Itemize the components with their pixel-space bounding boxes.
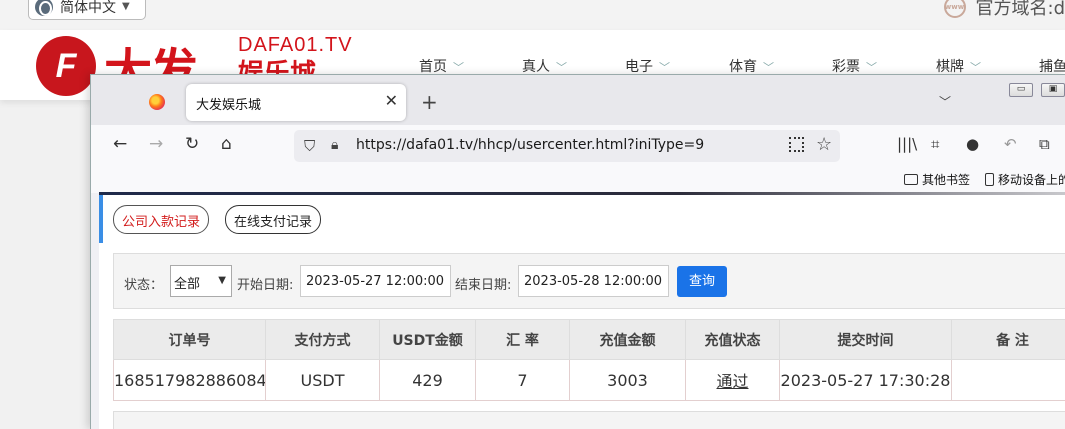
header-deposit-status: 充值状态 — [685, 319, 780, 360]
site-topbar: 简体中文 ▼ www 官方域名:d — [0, 0, 1065, 30]
nav-item-fishing[interactable]: 捕鱼 — [1039, 56, 1065, 76]
header-usdt-amount: USDT金额 — [379, 319, 476, 360]
restore-icon[interactable]: ▣ — [1041, 83, 1065, 97]
end-date-input[interactable]: 2023-05-28 12:00:00 — [518, 265, 669, 297]
header-payment-method: 支付方式 — [265, 319, 380, 360]
table-header-row: 订单号 支付方式 USDT金额 汇 率 充值金额 充值状态 提交时间 备 注 — [113, 319, 1065, 360]
header-submit-time: 提交时间 — [779, 319, 952, 360]
bookmark-label: 其他书签 — [922, 173, 971, 187]
chat-icon[interactable]: ● — [966, 135, 979, 153]
language-select[interactable]: 简体中文 ▼ — [28, 0, 146, 20]
qr-code-icon[interactable] — [789, 137, 804, 152]
records-table: 订单号 支付方式 USDT金额 汇 率 充值金额 充值状态 提交时间 备 注 1… — [113, 319, 1065, 401]
bookmark-other[interactable]: 其他书签 — [904, 171, 970, 188]
cell-payment-method: USDT — [265, 359, 380, 401]
cell-submit-time: 2023-05-27 17:30:28 — [779, 359, 952, 401]
undo-icon[interactable]: ↶ — [1004, 135, 1017, 153]
cell-remarks — [951, 359, 1065, 401]
chevron-down-icon: ▼ — [122, 1, 130, 12]
status-label: 状态： — [124, 278, 164, 293]
nav-label: 首页 — [419, 59, 447, 75]
lock-icon[interactable]: 🔒︎ — [331, 137, 338, 153]
cell-deposit-status[interactable]: 通过 — [685, 359, 780, 401]
nav-label: 捕鱼 — [1039, 59, 1065, 75]
forward-arrow-icon[interactable]: → — [149, 134, 163, 154]
cell-usdt-amount: 429 — [379, 359, 476, 401]
official-domain: www 官方域名:d — [943, 0, 1065, 20]
home-icon[interactable]: ⌂ — [221, 134, 232, 154]
site-nav: 首页 ﹀ 真人 ﹀ 电子 ﹀ 体育 ﹀ 彩票 ﹀ 棋牌 ﹀ 捕鱼 — [0, 56, 1065, 76]
page-content: 公司入款记录 在线支付记录 状态： 全部 ▼ 开始日期: 2023-05-27 … — [99, 195, 1065, 429]
chevron-down-icon: ﹀ — [453, 61, 464, 74]
tab-company-deposit-records[interactable]: 公司入款记录 — [113, 205, 210, 234]
header-exchange-rate: 汇 率 — [475, 319, 570, 360]
nav-item-live[interactable]: 真人 ﹀ — [522, 56, 567, 76]
end-date-label: 结束日期: — [455, 278, 512, 293]
start-date-input[interactable]: 2023-05-27 12:00:00 — [300, 265, 451, 297]
chevron-down-icon: ▼ — [218, 275, 226, 286]
globe-icon — [35, 0, 53, 16]
cell-exchange-rate: 7 — [475, 359, 570, 401]
new-tab-icon[interactable]: + — [421, 90, 438, 114]
left-accent-bar — [99, 195, 103, 243]
chevron-down-icon[interactable]: ﹀ — [939, 93, 951, 110]
firefox-icon[interactable] — [149, 94, 165, 110]
header-order-no: 订单号 — [113, 319, 266, 360]
bookmark-mobile[interactable]: 移动设备上的 — [985, 171, 1065, 188]
status-select-value: 全部 — [174, 277, 201, 292]
url-text[interactable]: https://dafa01.tv/hhcp/usercenter.html?i… — [356, 137, 704, 153]
www-icon: www — [943, 0, 966, 18]
query-button[interactable]: 查询 — [677, 266, 727, 297]
navigation-bar: ← → ↻ ⌂ ⛉ 🔒︎ https://dafa01.tv/hhcp/user… — [91, 125, 1065, 167]
header-remarks: 备 注 — [951, 319, 1065, 360]
language-label: 简体中文 — [60, 0, 116, 16]
tab-title: 大发娱乐城 — [196, 98, 262, 113]
back-arrow-icon[interactable]: ← — [113, 134, 127, 154]
filter-panel: 状态： 全部 ▼ 开始日期: 2023-05-27 12:00:00 结束日期:… — [113, 253, 1065, 309]
crop-icon[interactable]: ⌗ — [931, 135, 939, 153]
nav-label: 体育 — [729, 59, 757, 75]
tab-strip: 大发娱乐城 ✕ + ﹀ ▭ ▣ — [91, 75, 1065, 125]
chevron-down-icon: ﹀ — [556, 61, 567, 74]
nav-item-lottery[interactable]: 彩票 ﹀ — [832, 56, 877, 76]
browser-tab[interactable]: 大发娱乐城 ✕ — [186, 84, 406, 121]
browser-window: 大发娱乐城 ✕ + ﹀ ▭ ▣ ← → ↻ ⌂ ⛉ 🔒︎ https://daf… — [90, 74, 1065, 429]
cell-order-no: 1685179828860840 — [113, 359, 266, 401]
nav-label: 棋牌 — [936, 59, 964, 75]
table-row: 1685179828860840 USDT 429 7 3003 通过 2023… — [113, 359, 1065, 401]
nav-label: 彩票 — [832, 59, 860, 75]
address-bar[interactable]: ⛉ 🔒︎ https://dafa01.tv/hhcp/usercenter.h… — [294, 130, 840, 162]
start-date-label: 开始日期: — [237, 278, 294, 293]
bookmark-label: 移动设备上的 — [998, 173, 1065, 187]
minimize-icon[interactable]: ▭ — [1009, 83, 1033, 97]
nav-item-home[interactable]: 首页 ﹀ — [419, 56, 464, 76]
tab-online-payment-records[interactable]: 在线支付记录 — [225, 205, 322, 234]
cell-deposit-amount: 3003 — [569, 359, 686, 401]
bookmarks-bar: 其他书签 移动设备上的 — [91, 167, 1065, 193]
header-deposit-amount: 充值金额 — [569, 319, 686, 360]
reload-icon[interactable]: ↻ — [185, 134, 199, 154]
shield-icon[interactable]: ⛉ — [304, 137, 315, 155]
phone-icon — [985, 173, 994, 186]
chevron-down-icon: ﹀ — [970, 61, 981, 74]
chevron-down-icon: ﹀ — [866, 61, 877, 74]
nav-label: 电子 — [625, 59, 653, 75]
nav-item-cards[interactable]: 棋牌 ﹀ — [936, 56, 981, 76]
status-select[interactable]: 全部 ▼ — [170, 265, 232, 297]
nav-label: 真人 — [522, 59, 550, 75]
domain-label: 官方域名:d — [975, 0, 1065, 19]
close-icon[interactable]: ✕ — [385, 91, 398, 110]
pagination-panel — [113, 411, 1065, 429]
nav-item-slots[interactable]: 电子 ﹀ — [625, 56, 670, 76]
extensions-icon[interactable]: ⧉ — [1039, 135, 1050, 153]
folder-icon — [904, 174, 918, 185]
library-icon[interactable]: |||\ — [897, 135, 917, 153]
star-icon[interactable]: ☆ — [816, 134, 832, 155]
chevron-down-icon: ﹀ — [763, 61, 774, 74]
chevron-down-icon: ﹀ — [659, 61, 670, 74]
nav-item-sports[interactable]: 体育 ﹀ — [729, 56, 774, 76]
